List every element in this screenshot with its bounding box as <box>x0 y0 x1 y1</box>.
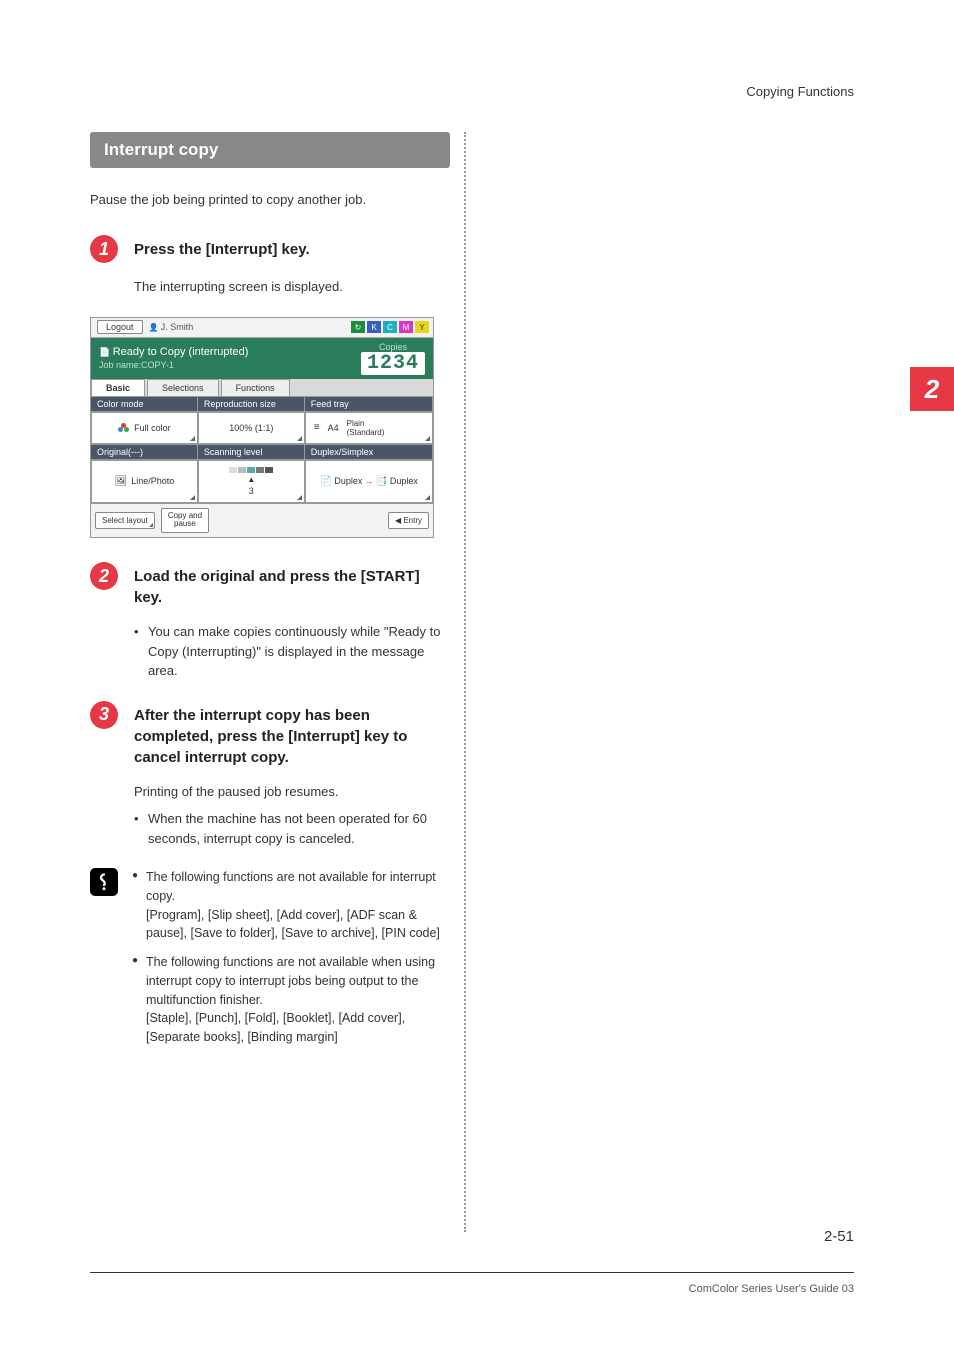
step-1-body: The interrupting screen is displayed. <box>134 277 450 297</box>
tab-selections[interactable]: Selections <box>147 379 219 396</box>
color-mode-value: Full color <box>134 423 171 433</box>
footer-line <box>90 1272 854 1273</box>
screen-tabs: Basic Selections Functions <box>91 379 433 396</box>
copies-value: 1234 <box>361 352 425 375</box>
step-2-body: You can make copies continuously while "… <box>134 622 450 681</box>
ready-bar: Ready to Copy (interrupted) Job name:COP… <box>91 338 433 379</box>
screen-topbar: Logout J. Smith ↻ K C M Y <box>91 318 433 338</box>
step-1-title: Press the [Interrupt] key. <box>134 235 310 260</box>
head-original: Original(---) <box>91 445 198 459</box>
step-2-bullet-1: You can make copies continuously while "… <box>134 622 450 681</box>
head-duplex: Duplex/Simplex <box>305 445 433 459</box>
column-divider <box>464 132 466 1232</box>
cell-repro-size[interactable]: 100% (1:1) <box>198 412 305 444</box>
step-1-desc: The interrupting screen is displayed. <box>134 279 343 294</box>
step-3: 3 After the interrupt copy has been comp… <box>90 701 450 768</box>
step-2-title: Load the original and press the [START] … <box>134 562 450 608</box>
tray-type: Plain (Standard) <box>347 419 385 437</box>
status-icon-k: K <box>367 321 381 333</box>
step-3-number: 3 <box>90 701 118 729</box>
page-number: 2-51 <box>824 1228 854 1245</box>
note-2: The following functions are not availabl… <box>132 953 450 1047</box>
tab-functions[interactable]: Functions <box>221 379 290 396</box>
settings-grid-row1-heads: Color mode Reproduction size Feed tray <box>91 396 433 411</box>
head-scanning-level: Scanning level <box>198 445 305 459</box>
user-label: J. Smith <box>149 322 194 332</box>
head-repro-size: Reproduction size <box>198 397 305 411</box>
duplex-b: Duplex <box>390 476 418 486</box>
settings-grid-row1: Full color 100% (1:1) ≡ A4 Plain (Standa… <box>91 411 433 444</box>
rgb-icon <box>118 423 130 433</box>
chapter-header: Copying Functions <box>746 84 854 99</box>
step-3-desc: Printing of the paused job resumes. <box>134 784 339 799</box>
status-icon-m: M <box>399 321 413 333</box>
tab-basic[interactable]: Basic <box>91 379 145 396</box>
caution-icon <box>90 868 118 896</box>
duplex-icon-2: 📑 <box>375 476 387 487</box>
copies-label: Copies <box>361 342 425 352</box>
status-icon-y: Y <box>415 321 429 333</box>
section-intro: Pause the job being printed to copy anot… <box>90 192 450 207</box>
chapter-side-tab: 2 <box>910 367 954 411</box>
status-icons: ↻ K C M Y <box>351 321 433 333</box>
cell-feed-tray[interactable]: ≡ A4 Plain (Standard) <box>305 412 433 444</box>
settings-grid-row2: 🖼 Line/Photo ▲ 3 <box>91 459 433 503</box>
printer-screen: Logout J. Smith ↻ K C M Y Ready to Copy … <box>90 317 434 539</box>
tray-size: A4 <box>328 423 339 433</box>
entry-button[interactable]: ◀ Entry <box>388 512 429 529</box>
settings-grid-row2-heads: Original(---) Scanning level Duplex/Simp… <box>91 444 433 459</box>
status-icon-c: C <box>383 321 397 333</box>
step-3-body: Printing of the paused job resumes. When… <box>134 782 450 849</box>
cell-color-mode[interactable]: Full color <box>91 412 198 444</box>
original-value: Line/Photo <box>131 476 174 486</box>
note-list: The following functions are not availabl… <box>132 868 450 1057</box>
section-title: Interrupt copy <box>90 132 450 168</box>
note-block: The following functions are not availabl… <box>90 868 450 1057</box>
select-layout-button[interactable]: Select layout <box>95 512 155 529</box>
head-color-mode: Color mode <box>91 397 198 411</box>
screen-bottom-bar: Select layout Copy and pause ◀ Entry <box>91 503 433 538</box>
cell-duplex[interactable]: 📄 Duplex → 📑 Duplex <box>305 460 433 503</box>
step-3-bullet-1: When the machine has not been operated f… <box>134 809 450 848</box>
status-icon-1: ↻ <box>351 321 365 333</box>
original-icon: 🖼 <box>115 476 128 487</box>
cell-original[interactable]: 🖼 Line/Photo <box>91 460 198 503</box>
cell-scanning-level[interactable]: ▲ 3 <box>198 460 305 503</box>
job-name: Job name:COPY-1 <box>99 360 248 370</box>
ready-text: Ready to Copy (interrupted) <box>99 346 248 358</box>
duplex-a: Duplex <box>334 476 362 486</box>
tray-icon: ≡ <box>314 422 320 433</box>
step-2-number: 2 <box>90 562 118 590</box>
logout-button[interactable]: Logout <box>97 320 143 334</box>
scan-level-value: 3 <box>249 486 254 496</box>
head-feed-tray: Feed tray <box>305 397 433 411</box>
duplex-icon-1: 📄 <box>320 476 332 487</box>
arrow-icon: → <box>364 476 373 486</box>
step-1-number: 1 <box>90 235 118 263</box>
main-content: Interrupt copy Pause the job being print… <box>90 132 450 1057</box>
step-2: 2 Load the original and press the [START… <box>90 562 450 608</box>
copy-and-pause-button[interactable]: Copy and pause <box>161 508 209 534</box>
repro-value: 100% (1:1) <box>229 423 273 433</box>
step-1: 1 Press the [Interrupt] key. <box>90 235 450 263</box>
footer-guide: ComColor Series User's Guide 03 <box>689 1283 854 1295</box>
step-3-title: After the interrupt copy has been comple… <box>134 701 450 768</box>
note-1: The following functions are not availabl… <box>132 868 450 943</box>
